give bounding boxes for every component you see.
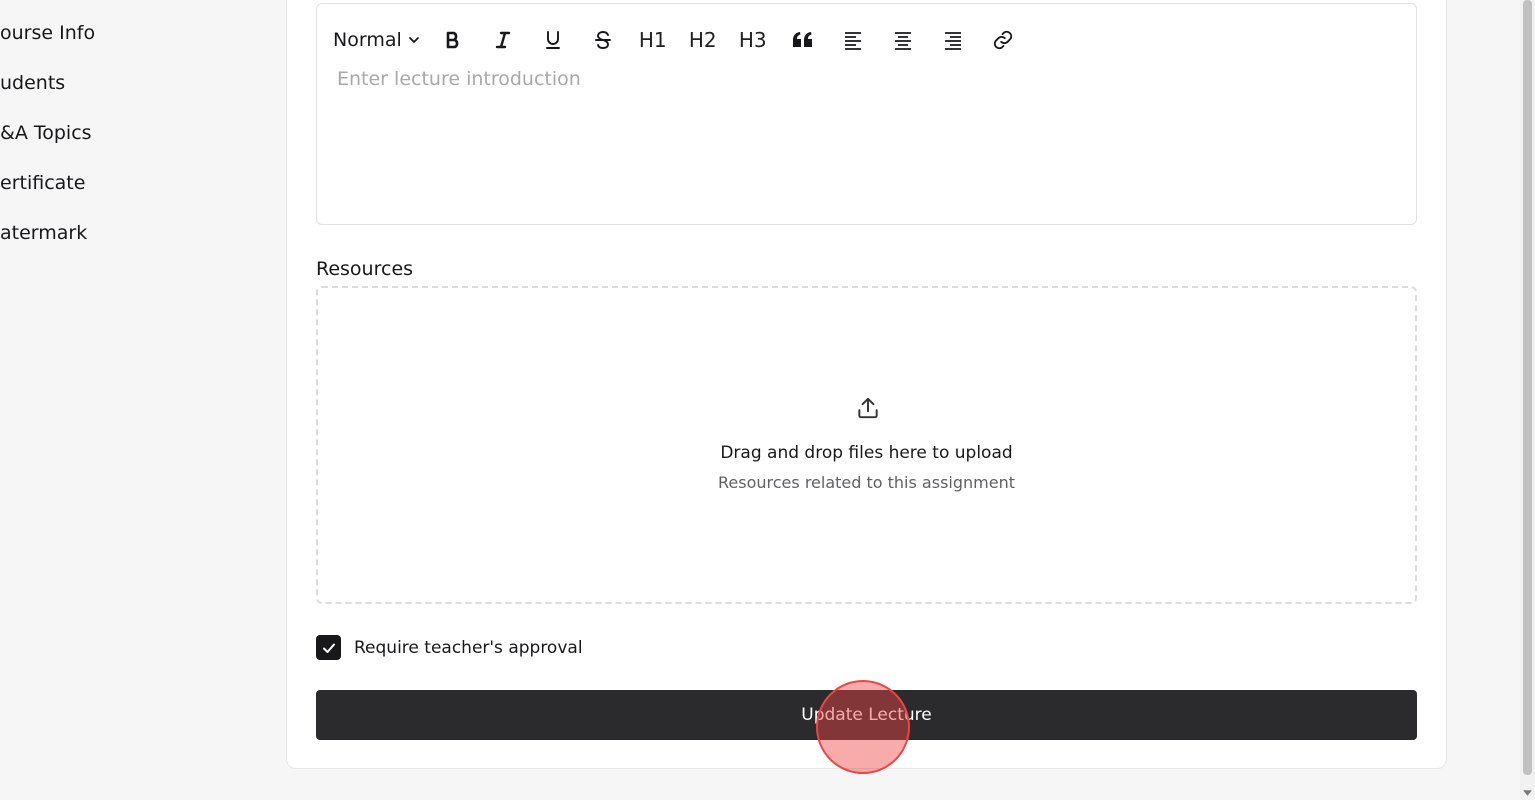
dropzone-title: Drag and drop files here to upload [720, 443, 1013, 463]
sidebar-item-course-info[interactable]: ourse Info [0, 21, 95, 45]
text-format-value: Normal [333, 29, 402, 51]
sidebar-item-certificate[interactable]: ertificate [0, 171, 85, 195]
approval-checkbox[interactable] [316, 635, 341, 660]
italic-button[interactable] [486, 24, 520, 56]
sidebar-item-qa-topics[interactable]: &A Topics [0, 121, 92, 145]
bold-icon [446, 31, 459, 49]
dropzone-subtitle: Resources related to this assignment [718, 473, 1015, 492]
align-center-button[interactable] [886, 24, 920, 56]
heading-2-button[interactable]: H2 [686, 24, 720, 56]
update-lecture-button[interactable]: Update Lecture [316, 690, 1417, 740]
approval-label[interactable]: Require teacher's approval [354, 638, 583, 658]
heading-1-button[interactable]: H1 [636, 24, 670, 56]
align-right-button[interactable] [936, 24, 970, 56]
sidebar-item-watermark[interactable]: atermark [0, 221, 87, 245]
scroll-down-arrow-icon[interactable] [1522, 787, 1533, 798]
sidebar: ourse Info udents &A Topics ertificate a… [0, 0, 280, 800]
align-center-icon [894, 32, 911, 50]
page-scrollbar[interactable] [1520, 0, 1535, 800]
upload-icon [858, 397, 878, 419]
editor-toolbar: Normal H1 H2 H3 [333, 24, 1036, 56]
link-button[interactable] [986, 24, 1020, 56]
link-icon [993, 30, 1012, 50]
strikethrough-icon [594, 31, 611, 49]
align-right-icon [944, 32, 961, 50]
sidebar-item-students[interactable]: udents [0, 71, 65, 95]
italic-icon [495, 31, 510, 49]
chevron-down-icon [408, 37, 419, 43]
underline-button[interactable] [536, 24, 570, 56]
resources-label: Resources [316, 258, 414, 280]
editor-placeholder: Enter lecture introduction [337, 68, 581, 90]
blockquote-button[interactable] [786, 24, 820, 56]
strikethrough-button[interactable] [586, 24, 620, 56]
underline-icon [545, 31, 560, 49]
scrollbar-thumb[interactable] [1523, 0, 1532, 775]
align-left-icon [844, 32, 861, 50]
bold-button[interactable] [436, 24, 470, 56]
text-format-select[interactable]: Normal [333, 29, 420, 51]
lecture-intro-editor[interactable]: Normal H1 H2 H3 Enter lecture introducti… [316, 3, 1417, 225]
check-icon [322, 643, 335, 653]
align-left-button[interactable] [836, 24, 870, 56]
approval-row: Require teacher's approval [316, 635, 583, 660]
resources-dropzone[interactable]: Drag and drop files here to upload Resou… [316, 286, 1417, 604]
heading-3-button[interactable]: H3 [736, 24, 770, 56]
quote-icon [792, 32, 812, 47]
